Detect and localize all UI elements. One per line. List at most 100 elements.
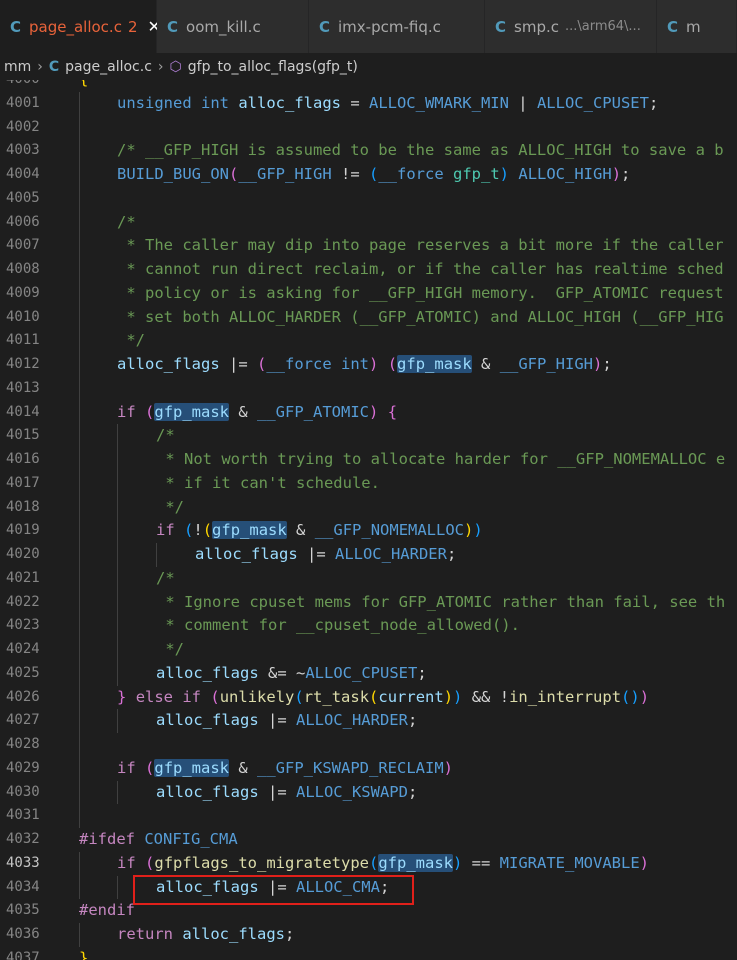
code-token: ) (611, 165, 622, 183)
tab-label: smp.c (514, 17, 559, 36)
code-text: } else if (unlikely(rt_task(current)) &&… (117, 686, 649, 710)
code-text: */ (156, 638, 184, 662)
breadcrumb-folder[interactable]: mm (4, 59, 31, 75)
tab-page-alloc-c[interactable]: Cpage_alloc.c 2 ✕ (0, 0, 161, 53)
code-token: unsigned int (117, 93, 229, 112)
code-token: int (341, 355, 369, 373)
code-token: ( (210, 687, 220, 706)
code-editor[interactable]: 4000 {4001 unsigned int alloc_flags = ALLO… (0, 80, 737, 960)
code-token: != (331, 165, 369, 183)
tab-label: m (686, 17, 701, 36)
code-token: ) (453, 687, 463, 706)
code-token: } (117, 687, 127, 706)
indent-guide (117, 661, 118, 686)
code-token: ( (145, 853, 155, 872)
code-token: gfp_t (453, 165, 500, 183)
code-token: __GFP_HIGH (238, 165, 332, 183)
code-token: alloc_flags (195, 545, 298, 563)
code-token: ALLOC_HARDER (295, 711, 408, 730)
code-token: __force (378, 165, 444, 183)
indent-guide (79, 376, 80, 401)
line-number: 4002 (6, 118, 40, 135)
code-line: 4023 * comment for __cpuset_node_allowed… (0, 614, 737, 638)
code-token: ( (369, 853, 379, 872)
code-token: ) (369, 402, 379, 421)
code-token: current (378, 687, 444, 706)
indent-guide (117, 875, 118, 900)
indent-guide (79, 210, 80, 235)
line-number: 4025 (6, 664, 40, 681)
code-text: /* __GFP_HIGH is assumed to be the same … (117, 139, 724, 163)
code-token: ) (473, 521, 483, 540)
tab-smp-c[interactable]: Csmp.c ...\arm64\... (485, 0, 657, 53)
code-token: ; (379, 877, 390, 896)
line-number: 4021 (6, 569, 40, 586)
tab-oom-kill-c[interactable]: Coom_kill.c (157, 0, 309, 53)
indent-guide (117, 519, 118, 543)
code-token: __GFP_ATOMIC (257, 402, 369, 421)
code-line: 4006 /* (0, 210, 737, 235)
indent-guide (117, 566, 118, 591)
chevron-right-icon: › (157, 59, 164, 75)
line-number: 4037 (6, 949, 40, 960)
code-text: alloc_flags &= ~ALLOC_CPUSET; (156, 662, 427, 686)
code-token: ) (593, 355, 603, 373)
indent-guide (79, 543, 80, 567)
code-token: ) (639, 853, 649, 872)
code-token: & (471, 355, 500, 373)
code-line: 4012 alloc_flags |= (__force int) (gfp_ma… (0, 353, 737, 377)
c-file-icon: C (667, 17, 679, 36)
line-number: 4035 (6, 902, 40, 919)
indent-guide (79, 804, 80, 828)
indent-guide (117, 543, 118, 567)
indent-guide (117, 780, 118, 805)
code-token: alloc_flags (156, 663, 259, 682)
code-line: 4034 alloc_flags |= ALLOC_CMA; (0, 875, 737, 900)
code-token: in_interrupt (509, 687, 622, 706)
indent-guide (117, 709, 118, 733)
indent-guide (117, 471, 118, 496)
line-number: 4007 (6, 237, 40, 254)
code-line: 4029 if (gfp_mask & __GFP_KSWAPD_RECLAIM) (0, 756, 737, 781)
code-line: 4002 (0, 115, 737, 140)
code-line: 4017 * if it can't schedule. (0, 471, 737, 496)
code-token: ) (464, 521, 474, 540)
tab-m[interactable]: Cm (657, 0, 737, 53)
code-token: MIGRATE_MOVABLE (499, 853, 640, 872)
code-token: alloc_flags (156, 877, 259, 896)
code-token: == (462, 853, 500, 872)
code-token: /* (117, 212, 136, 231)
code-token: alloc_flags (182, 925, 285, 943)
code-token: * Ignore cpuset mems for GFP_ATOMIC rath… (156, 592, 726, 611)
line-number: 4028 (6, 736, 40, 752)
tab-imx-pcm-fiq-c[interactable]: Cimx-pcm-fiq.c (309, 0, 485, 53)
indent-guide (117, 638, 118, 662)
line-number: 4024 (6, 641, 40, 657)
indent-guide (79, 519, 80, 543)
code-text: * comment for __cpuset_node_allowed(). (156, 614, 520, 638)
code-token: ALLOC_HIGH (518, 165, 612, 183)
code-text: * set both ALLOC_HARDER (__GFP_ATOMIC) a… (117, 306, 723, 330)
code-token: ( (621, 687, 631, 706)
code-token: __force (266, 355, 332, 373)
indent-guide (79, 756, 80, 781)
breadcrumb-file[interactable]: page_alloc.c (65, 59, 152, 75)
code-token: #ifdef (79, 830, 135, 848)
line-number: 4008 (6, 261, 40, 277)
code-token: ; (446, 545, 457, 563)
code-token: gfp_mask (154, 402, 230, 421)
indent-guide (79, 923, 80, 947)
code-text: BUILD_BUG_ON(__GFP_HIGH != (__force gfp_… (117, 163, 630, 187)
code-token: ( (202, 521, 213, 540)
code-token: ; (648, 93, 659, 112)
indent-guide (117, 448, 118, 472)
line-number: 4010 (6, 308, 40, 325)
line-number: 4030 (6, 783, 40, 800)
code-text: if (!(gfp_mask & __GFP_NOMEMALLOC)) (156, 519, 483, 543)
code-token: unlikely (219, 687, 295, 706)
breadcrumb-symbol[interactable]: gfp_to_alloc_flags(gfp_t) (188, 59, 358, 75)
code-token: &= ~ (258, 663, 306, 682)
